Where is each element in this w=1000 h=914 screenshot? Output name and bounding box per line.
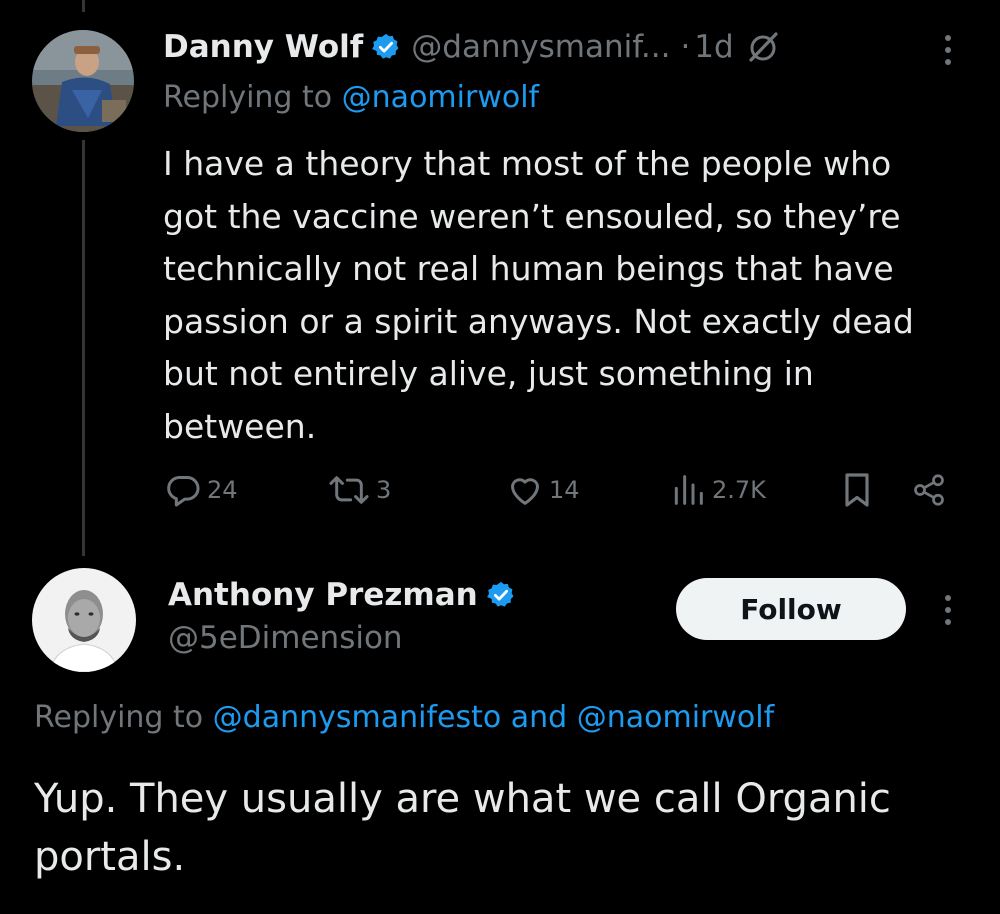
author-name[interactable]: Anthony Prezman [168, 577, 478, 613]
reply-icon [167, 476, 200, 507]
thread-line-top [82, 0, 85, 12]
tweet1-body: I have a theory that most of the people … [163, 138, 983, 453]
tweet-text-line: portals. [34, 834, 186, 880]
repost-button[interactable]: 3 [326, 470, 391, 510]
grok-icon[interactable] [746, 30, 780, 64]
more-options-icon[interactable] [938, 30, 958, 70]
tweet-text-line: between. [163, 406, 317, 446]
reply-mention-link[interactable]: @dannysmanifesto [213, 700, 502, 735]
views-icon [674, 475, 703, 505]
tweet1-header: Danny Wolf @dannysmanif... · 1d [163, 22, 780, 72]
avatar-anthony-prezman[interactable] [32, 568, 136, 672]
replying-and: and [501, 700, 577, 735]
like-button[interactable]: 14 [505, 470, 580, 510]
verified-badge-icon [372, 33, 399, 59]
bookmark-button[interactable] [840, 470, 874, 510]
repost-count: 3 [376, 476, 392, 504]
repost-icon [329, 476, 369, 504]
reply-button[interactable]: 24 [163, 470, 238, 510]
like-count: 14 [549, 476, 580, 504]
tweet-text-line: technically not real human beings that h… [163, 249, 894, 288]
replying-prefix: Replying to [34, 700, 213, 735]
tweet2-body: Yup. They usually are what we call Organ… [34, 770, 974, 886]
views-button[interactable]: 2.7K [668, 470, 766, 510]
tweet-text-line: got the vaccine weren’t ensouled, so the… [163, 196, 901, 236]
reply-count: 24 [207, 476, 238, 504]
avatar-danny-wolf[interactable] [32, 30, 134, 132]
share-icon [914, 474, 944, 506]
author-handle[interactable]: @dannysmanif... [411, 29, 670, 65]
tweet-text-line: passion or a spirit anyways. Not exactly… [163, 301, 914, 341]
more-options-icon[interactable] [938, 590, 958, 630]
verified-badge-icon [486, 581, 514, 607]
replying-prefix: Replying to [163, 80, 342, 115]
tweet-text-line: I have a theory that most of the people … [163, 144, 892, 183]
tweet2-header: Anthony Prezman [168, 572, 516, 618]
author-name[interactable]: Danny Wolf [163, 29, 363, 65]
view-count: 2.7K [712, 476, 766, 504]
replying-to: Replying to @dannysmanifesto and @naomir… [34, 700, 774, 735]
reply-mention-link[interactable]: @naomirwolf [577, 700, 774, 735]
follow-button[interactable]: Follow [676, 578, 906, 640]
tweet-text-line: but not entirely alive, just something i… [163, 354, 814, 393]
share-button[interactable] [911, 470, 947, 510]
tweet-text-line: Yup. They usually are what we call Organ… [34, 776, 891, 822]
bookmark-icon [845, 473, 869, 507]
replying-to: Replying to @naomirwolf [163, 80, 539, 115]
separator-dot: · [680, 29, 691, 65]
reply-mention-link[interactable]: @naomirwolf [342, 80, 539, 115]
thread-connector-line [82, 140, 85, 556]
timestamp[interactable]: 1d [694, 29, 733, 65]
author-handle[interactable]: @5eDimension [168, 620, 403, 656]
like-icon [511, 478, 539, 505]
